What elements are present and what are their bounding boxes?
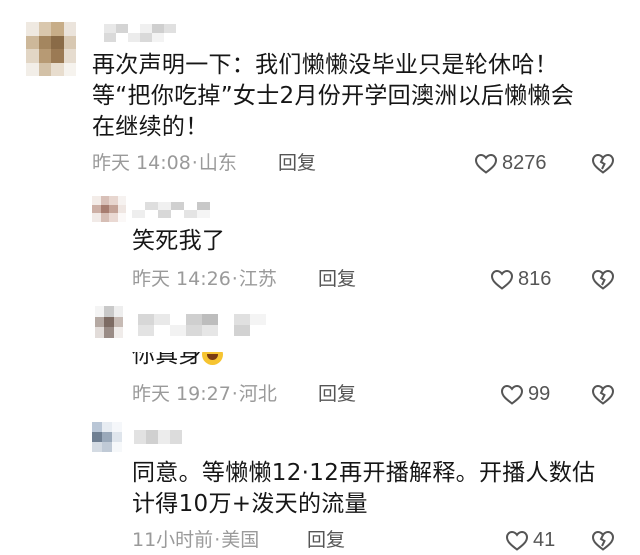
comment-line: 再次声明一下：我们懒懒没毕业只是轮休哈！ (92, 52, 558, 78)
broken-heart-icon[interactable] (591, 152, 615, 174)
comment-time: 昨天 14:26 (132, 268, 231, 290)
reply-button[interactable]: 回复 (307, 526, 345, 554)
comment-meta: 昨天 14:08·山东 (92, 152, 237, 174)
avatar[interactable] (95, 306, 123, 338)
like-button[interactable]: 816 (490, 264, 551, 294)
reply-button[interactable]: 回复 (318, 265, 356, 293)
heart-outline-icon (474, 153, 498, 174)
comment-text: 同意。等懒懒12·12再开播解释。开播人数估 计得10万+泼天的流量 (132, 458, 595, 520)
heart-outline-icon (500, 384, 524, 405)
broken-heart-icon[interactable] (591, 529, 615, 551)
comment-location: 美国 (221, 529, 260, 551)
comment-line: 同意。等懒懒12·12再开播解释。开播人数估 (132, 460, 596, 486)
username[interactable] (138, 314, 266, 336)
comment-text: 笑死我了 (132, 226, 225, 257)
avatar[interactable] (26, 22, 76, 76)
comment-meta: 昨天 19:27·河北 (132, 383, 277, 405)
heart-outline-icon (490, 269, 514, 290)
like-button[interactable]: 41 (505, 525, 555, 555)
comment-meta: 11小时前·美国 (132, 529, 260, 551)
reply-button[interactable]: 回复 (278, 149, 316, 177)
comment-time: 昨天 14:08 (92, 152, 191, 174)
comment-line: 计得10万+泼天的流量 (132, 491, 368, 517)
broken-heart-icon[interactable] (591, 268, 615, 290)
comment-line: 你真身 (132, 352, 202, 368)
broken-heart-icon[interactable] (591, 383, 615, 405)
comment-time: 11小时前 (132, 529, 214, 551)
avatar[interactable] (92, 422, 122, 452)
comment-line: 笑死我了 (132, 228, 226, 254)
like-count: 41 (533, 528, 556, 551)
comment-time: 昨天 19:27 (132, 383, 231, 405)
like-count: 8276 (502, 151, 547, 174)
reply-button[interactable]: 回复 (318, 380, 356, 408)
comment-location: 江苏 (238, 268, 277, 290)
like-count: 99 (528, 382, 551, 405)
username[interactable] (92, 24, 176, 42)
comment-location: 山东 (198, 152, 237, 174)
comment-meta: 昨天 14:26·江苏 (132, 268, 277, 290)
like-button[interactable]: 99 (500, 379, 550, 409)
avatar[interactable] (92, 196, 126, 222)
like-count: 816 (518, 267, 552, 290)
comment-text: 再次声明一下：我们懒懒没毕业只是轮休哈！ 等“把你吃掉”女士2月份开学回澳洲以后… (92, 50, 574, 143)
username[interactable] (134, 430, 182, 444)
username[interactable] (132, 202, 210, 218)
comment-line: 在继续的！ (92, 114, 209, 140)
comment-location: 河北 (238, 383, 277, 405)
laughing-emoji-icon (201, 352, 223, 365)
comment-line: 等“把你吃掉”女士2月份开学回澳洲以后懒懒会 (92, 83, 575, 109)
comment-text: 你真身 (132, 352, 252, 370)
like-button[interactable]: 8276 (474, 148, 547, 178)
heart-outline-icon (505, 530, 529, 551)
